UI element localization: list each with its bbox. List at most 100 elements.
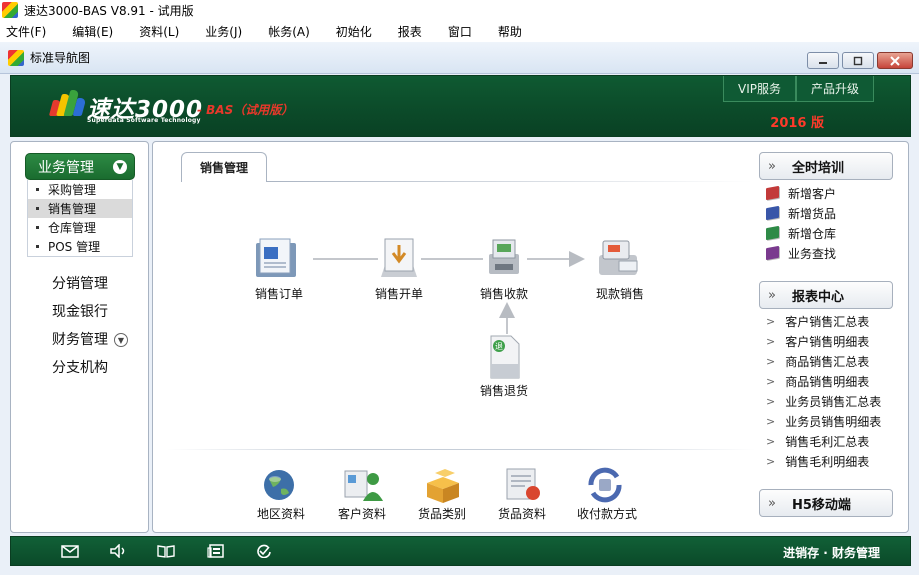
- chevron-right-icon: >: [766, 434, 776, 448]
- version-year: 2016 版: [770, 116, 824, 131]
- sub-item-warehouse[interactable]: 仓库管理: [28, 218, 132, 237]
- chevron-down-icon: ▼: [113, 160, 127, 174]
- product-upgrade-button[interactable]: 产品升级: [795, 76, 874, 102]
- window-controls: [807, 52, 913, 69]
- chevron-right-icon: >: [766, 354, 776, 368]
- bullet-icon: [36, 226, 39, 229]
- menu-accounts[interactable]: 帐务(A): [268, 23, 310, 40]
- payment-method-icon[interactable]: [585, 467, 627, 503]
- chevron-right-icon: >: [766, 454, 776, 468]
- nav-branch[interactable]: 分支机构: [52, 357, 108, 377]
- nav-distribution[interactable]: 分销管理: [52, 273, 108, 293]
- training-button[interactable]: » 全时培训: [759, 152, 893, 180]
- footer-label: 进销存 · 财务管理: [783, 546, 880, 560]
- link-new-goods[interactable]: 新增货品: [766, 203, 836, 223]
- flow-sales-receipt[interactable]: 销售收款: [464, 285, 544, 302]
- link-new-customer[interactable]: 新增客户: [766, 183, 836, 203]
- bullet-icon: [36, 188, 39, 191]
- business-management-header[interactable]: 业务管理 ▼: [25, 153, 135, 180]
- report-customer-sales-summary[interactable]: > 客户销售汇总表: [766, 311, 881, 331]
- refresh-check-icon[interactable]: [255, 544, 273, 558]
- menu-data[interactable]: 资料(L): [139, 23, 179, 40]
- menu-init[interactable]: 初始化: [336, 23, 372, 40]
- chevron-right-icon: >: [766, 334, 776, 348]
- region-data-icon[interactable]: [259, 467, 301, 503]
- sub-item-pos[interactable]: POS 管理: [28, 237, 132, 256]
- logo-subtitle: Superdata Software Technology: [87, 117, 201, 124]
- svg-text:退: 退: [495, 342, 503, 351]
- bottom-payment-method[interactable]: 收付款方式: [567, 505, 647, 522]
- book-icon: [766, 205, 779, 221]
- mail-icon[interactable]: [61, 544, 79, 558]
- edition-label: - BAS（试用版）: [197, 103, 294, 117]
- close-button[interactable]: [877, 52, 913, 69]
- report-goods-sales-detail[interactable]: > 商品销售明细表: [766, 371, 881, 391]
- business-management-label: 业务管理: [38, 159, 94, 176]
- menu-reports[interactable]: 报表: [398, 23, 422, 40]
- speaker-icon[interactable]: [109, 544, 127, 558]
- book-open-icon[interactable]: [157, 544, 175, 558]
- menu-business[interactable]: 业务(J): [205, 23, 242, 40]
- sales-order-icon[interactable]: [254, 237, 300, 279]
- menu-window[interactable]: 窗口: [448, 23, 472, 40]
- double-chevron-right-icon: »: [768, 495, 776, 511]
- book-icon: [766, 185, 779, 201]
- minimize-button[interactable]: [807, 52, 839, 69]
- book-icon: [766, 245, 779, 261]
- double-chevron-right-icon: »: [768, 158, 776, 174]
- restore-button[interactable]: [842, 52, 874, 69]
- bottom-goods-category[interactable]: 货品类别: [402, 505, 482, 522]
- bullet-icon: [36, 207, 39, 210]
- bottom-toolbar: 进销存 · 财务管理: [10, 536, 911, 566]
- sub-item-purchase[interactable]: 采购管理: [28, 180, 132, 199]
- report-customer-sales-detail[interactable]: > 客户销售明细表: [766, 331, 881, 351]
- report-links: > 客户销售汇总表 > 客户销售明细表 > 商品销售汇总表 > 商品销售明细表 > 业务员…: [766, 311, 881, 471]
- header-banner: 速达3000 Superdata Software Technology - B…: [10, 75, 911, 137]
- menu-file[interactable]: 文件(F): [6, 23, 46, 40]
- report-center-button[interactable]: » 报表中心: [759, 281, 893, 309]
- report-gross-profit-summary[interactable]: > 销售毛利汇总表: [766, 431, 881, 451]
- nav-cash-bank[interactable]: 现金银行: [52, 301, 108, 321]
- menu-help[interactable]: 帮助: [498, 23, 522, 40]
- app-logo-icon: [2, 2, 18, 18]
- bullet-icon: [36, 245, 39, 248]
- inner-window-icon: [8, 49, 24, 66]
- h5-mobile-button[interactable]: » H5移动端: [759, 489, 893, 517]
- cash-sales-icon[interactable]: [593, 237, 643, 279]
- sales-invoice-icon[interactable]: [377, 237, 421, 279]
- bottom-customer-data[interactable]: 客户资料: [322, 505, 402, 522]
- bottom-region-data[interactable]: 地区资料: [241, 505, 321, 522]
- flow-cash-sales[interactable]: 现款销售: [580, 285, 660, 302]
- flow-sales-return[interactable]: 销售退货: [464, 382, 544, 399]
- business-sub-list: 采购管理 销售管理 仓库管理 POS 管理: [27, 180, 133, 257]
- left-nav-panel: 业务管理 ▼ 采购管理 销售管理 仓库管理 POS 管理 分销管理 现金银行 财…: [10, 141, 149, 533]
- goods-category-icon[interactable]: [423, 467, 465, 503]
- report-goods-sales-summary[interactable]: > 商品销售汇总表: [766, 351, 881, 371]
- link-business-search[interactable]: 业务查找: [766, 243, 836, 263]
- banner-buttons: VIP服务 产品升级: [722, 76, 874, 102]
- report-salesman-summary[interactable]: > 业务员销售汇总表: [766, 391, 881, 411]
- report-salesman-detail[interactable]: > 业务员销售明细表: [766, 411, 881, 431]
- section-divider: [167, 449, 755, 450]
- customer-data-icon[interactable]: [343, 467, 385, 503]
- report-gross-profit-detail[interactable]: > 销售毛利明细表: [766, 451, 881, 471]
- chevron-down-icon: ▼: [114, 333, 128, 347]
- minimize-icon: [819, 61, 827, 64]
- vip-service-button[interactable]: VIP服务: [722, 76, 796, 102]
- training-links: 新增客户 新增货品 新增仓库 业务查找: [766, 183, 836, 263]
- link-new-warehouse[interactable]: 新增仓库: [766, 223, 836, 243]
- flow-sales-order[interactable]: 销售订单: [239, 285, 319, 302]
- inner-window-titlebar: 标准导航图: [0, 42, 919, 74]
- news-icon[interactable]: [207, 544, 225, 558]
- sales-receipt-icon[interactable]: [483, 236, 527, 280]
- chevron-right-icon: >: [766, 374, 776, 388]
- chevron-right-icon: >: [766, 314, 776, 328]
- goods-data-icon[interactable]: [503, 467, 545, 503]
- flow-sales-invoice[interactable]: 销售开单: [359, 285, 439, 302]
- chevron-right-icon: >: [766, 394, 776, 408]
- sales-return-icon[interactable]: 退: [485, 334, 525, 380]
- menu-edit[interactable]: 编辑(E): [72, 23, 113, 40]
- sub-item-sales[interactable]: 销售管理: [28, 199, 132, 218]
- nav-finance[interactable]: 财务管理 ▼: [52, 329, 128, 349]
- bottom-goods-data[interactable]: 货品资料: [482, 505, 562, 522]
